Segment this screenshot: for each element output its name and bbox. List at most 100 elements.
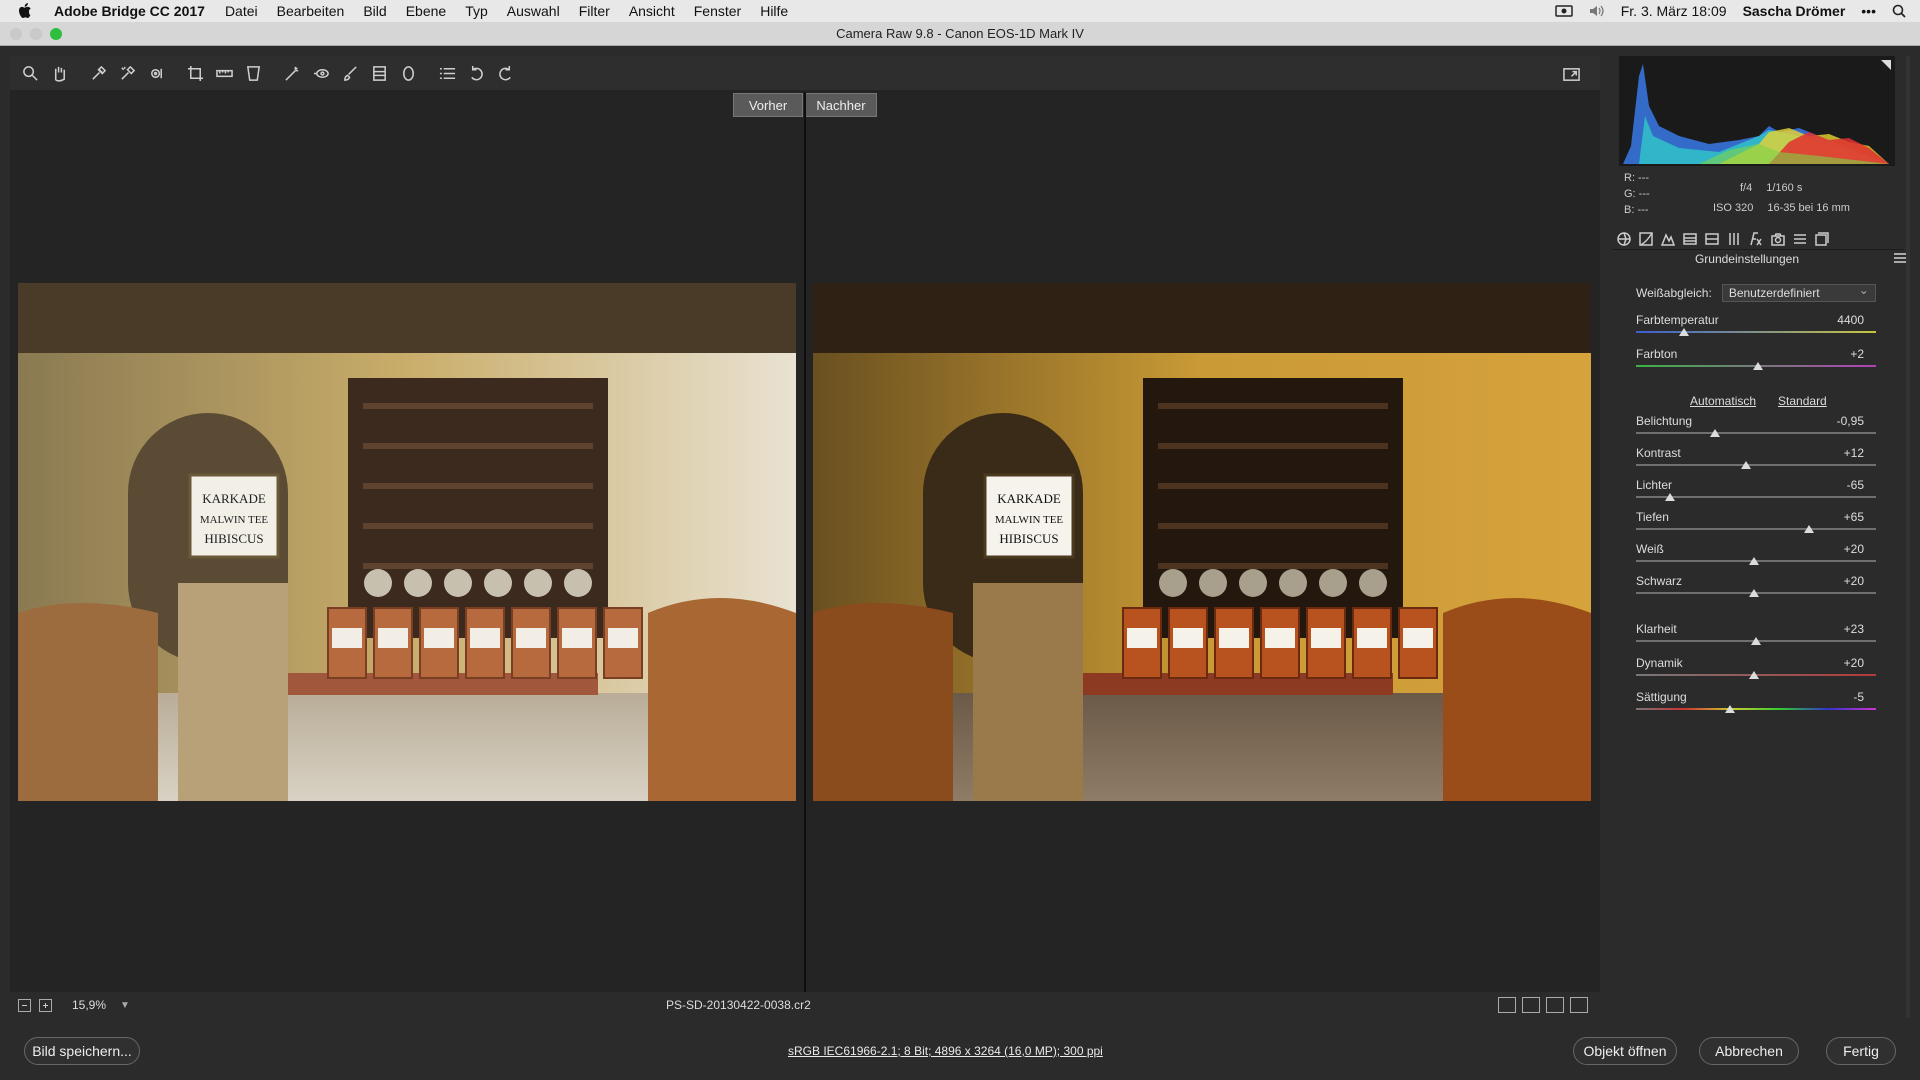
view-preferences-icon[interactable] xyxy=(1570,997,1588,1013)
zoom-out-button[interactable] xyxy=(18,998,31,1012)
menu-typ[interactable]: Typ xyxy=(465,3,488,19)
slider-thumb[interactable] xyxy=(1710,429,1721,437)
zoom-dropdown-icon[interactable]: ▼ xyxy=(120,1000,130,1011)
menu-ansicht[interactable]: Ansicht xyxy=(629,3,675,19)
tab-tone-curve[interactable] xyxy=(1638,231,1654,247)
slider-value[interactable]: +20 xyxy=(1844,574,1864,588)
tab-effects[interactable] xyxy=(1748,231,1764,247)
white-balance-tool[interactable] xyxy=(86,61,110,85)
menu-bearbeiten[interactable]: Bearbeiten xyxy=(277,3,345,19)
slider-thumb[interactable] xyxy=(1741,461,1752,469)
white-balance-select[interactable]: Benutzerdefiniert xyxy=(1721,282,1876,302)
slider-0[interactable]: Farbtemperatur 4400 xyxy=(1636,313,1876,339)
slider-9[interactable]: Dynamik +20 xyxy=(1636,656,1876,682)
zoom-in-button[interactable] xyxy=(39,998,52,1012)
tab-snapshots[interactable] xyxy=(1814,231,1830,247)
slider-thumb[interactable] xyxy=(1753,362,1764,370)
workflow-options-link[interactable]: sRGB IEC61966-2.1; 8 Bit; 4896 x 3264 (1… xyxy=(788,1044,1103,1058)
slider-thumb[interactable] xyxy=(1679,328,1689,336)
screen-record-icon[interactable] xyxy=(1554,4,1573,18)
color-sampler-tool[interactable] xyxy=(115,61,139,85)
hand-tool[interactable] xyxy=(47,61,71,85)
menu-auswahl[interactable]: Auswahl xyxy=(507,3,560,19)
tab-basic[interactable] xyxy=(1616,231,1632,247)
preferences-tool[interactable] xyxy=(435,61,459,85)
graduated-filter-tool[interactable] xyxy=(367,61,391,85)
app-name-menu[interactable]: Adobe Bridge CC 2017 xyxy=(54,3,205,19)
menu-bild[interactable]: Bild xyxy=(363,3,386,19)
copy-settings-icon[interactable] xyxy=(1546,997,1564,1013)
after-image[interactable]: KARKADE MALWIN TEE HIBISCUS xyxy=(813,283,1591,801)
red-eye-tool[interactable] xyxy=(309,61,333,85)
window-zoom-button[interactable] xyxy=(50,28,62,40)
user-name[interactable]: Sascha Drömer xyxy=(1743,3,1846,19)
slider-value[interactable]: +65 xyxy=(1844,510,1864,524)
volume-icon[interactable] xyxy=(1589,4,1605,18)
rotate-right-button[interactable] xyxy=(493,61,517,85)
tab-camera-calibration[interactable] xyxy=(1770,231,1786,247)
tab-presets[interactable] xyxy=(1792,231,1808,247)
slider-3[interactable]: Kontrast +12 xyxy=(1636,446,1876,472)
slider-8[interactable]: Klarheit +23 xyxy=(1636,622,1876,648)
clock[interactable]: Fr. 3. März 18:09 xyxy=(1621,3,1727,19)
spotlight-search-icon[interactable] xyxy=(1892,4,1906,18)
fullscreen-toggle[interactable] xyxy=(1559,62,1583,86)
slider-thumb[interactable] xyxy=(1748,589,1759,597)
slider-track[interactable] xyxy=(1636,528,1876,530)
slider-2[interactable]: Belichtung -0,95 xyxy=(1636,414,1876,440)
slider-value[interactable]: -5 xyxy=(1853,690,1864,704)
slider-track[interactable] xyxy=(1636,432,1876,434)
open-object-button[interactable]: Objekt öffnen xyxy=(1573,1037,1677,1065)
compare-divider[interactable] xyxy=(804,92,806,992)
save-image-button[interactable]: Bild speichern... xyxy=(24,1037,140,1065)
slider-value[interactable]: +2 xyxy=(1850,347,1864,361)
slider-1[interactable]: Farbton +2 xyxy=(1636,347,1876,373)
default-link[interactable]: Standard xyxy=(1778,394,1827,408)
tab-split-toning[interactable] xyxy=(1704,231,1720,247)
menu-fenster[interactable]: Fenster xyxy=(694,3,741,19)
slider-value[interactable]: 4400 xyxy=(1837,313,1864,327)
panel-scrollbar[interactable] xyxy=(1906,56,1910,1018)
slider-value[interactable]: +12 xyxy=(1844,446,1864,460)
before-image[interactable]: KARKADE MALWIN TEE HIBISCUS xyxy=(18,283,796,801)
more-icon[interactable]: ••• xyxy=(1861,3,1876,19)
auto-link[interactable]: Automatisch xyxy=(1690,394,1756,408)
zoom-level[interactable]: 15,9% xyxy=(72,998,106,1012)
slider-6[interactable]: Weiß +20 xyxy=(1636,542,1876,568)
spot-removal-tool[interactable] xyxy=(280,61,304,85)
shadow-clipping-icon[interactable] xyxy=(1623,60,1633,70)
apple-icon[interactable] xyxy=(18,3,32,19)
slider-value[interactable]: +20 xyxy=(1844,656,1864,670)
panel-menu-icon[interactable] xyxy=(1894,253,1906,263)
slider-track[interactable] xyxy=(1636,708,1876,710)
slider-thumb[interactable] xyxy=(1748,671,1759,679)
targeted-adjustment-tool[interactable] xyxy=(144,61,168,85)
radial-filter-tool[interactable] xyxy=(396,61,420,85)
slider-track[interactable] xyxy=(1636,464,1876,466)
highlight-clipping-icon[interactable] xyxy=(1881,60,1891,70)
crop-tool[interactable] xyxy=(183,61,207,85)
zoom-tool[interactable] xyxy=(18,61,42,85)
window-close-button[interactable] xyxy=(10,28,22,40)
slider-thumb[interactable] xyxy=(1803,525,1814,533)
menu-datei[interactable]: Datei xyxy=(225,3,258,19)
slider-value[interactable]: -0,95 xyxy=(1837,414,1864,428)
menu-filter[interactable]: Filter xyxy=(579,3,610,19)
slider-value[interactable]: +23 xyxy=(1844,622,1864,636)
done-button[interactable]: Fertig xyxy=(1826,1037,1896,1065)
tab-detail[interactable] xyxy=(1660,231,1676,247)
before-button[interactable]: Vorher xyxy=(733,93,803,117)
tab-lens-corrections[interactable] xyxy=(1726,231,1742,247)
slider-7[interactable]: Schwarz +20 xyxy=(1636,574,1876,600)
window-minimize-button[interactable] xyxy=(30,28,42,40)
slider-4[interactable]: Lichter -65 xyxy=(1636,478,1876,504)
straighten-tool[interactable] xyxy=(212,61,236,85)
slider-thumb[interactable] xyxy=(1664,493,1675,501)
adjustment-brush-tool[interactable] xyxy=(338,61,362,85)
slider-value[interactable]: +20 xyxy=(1844,542,1864,556)
before-after-view-icon[interactable] xyxy=(1498,997,1516,1013)
rotate-left-button[interactable] xyxy=(464,61,488,85)
slider-thumb[interactable] xyxy=(1748,557,1759,565)
slider-thumb[interactable] xyxy=(1751,637,1761,645)
swap-settings-icon[interactable] xyxy=(1522,997,1540,1013)
